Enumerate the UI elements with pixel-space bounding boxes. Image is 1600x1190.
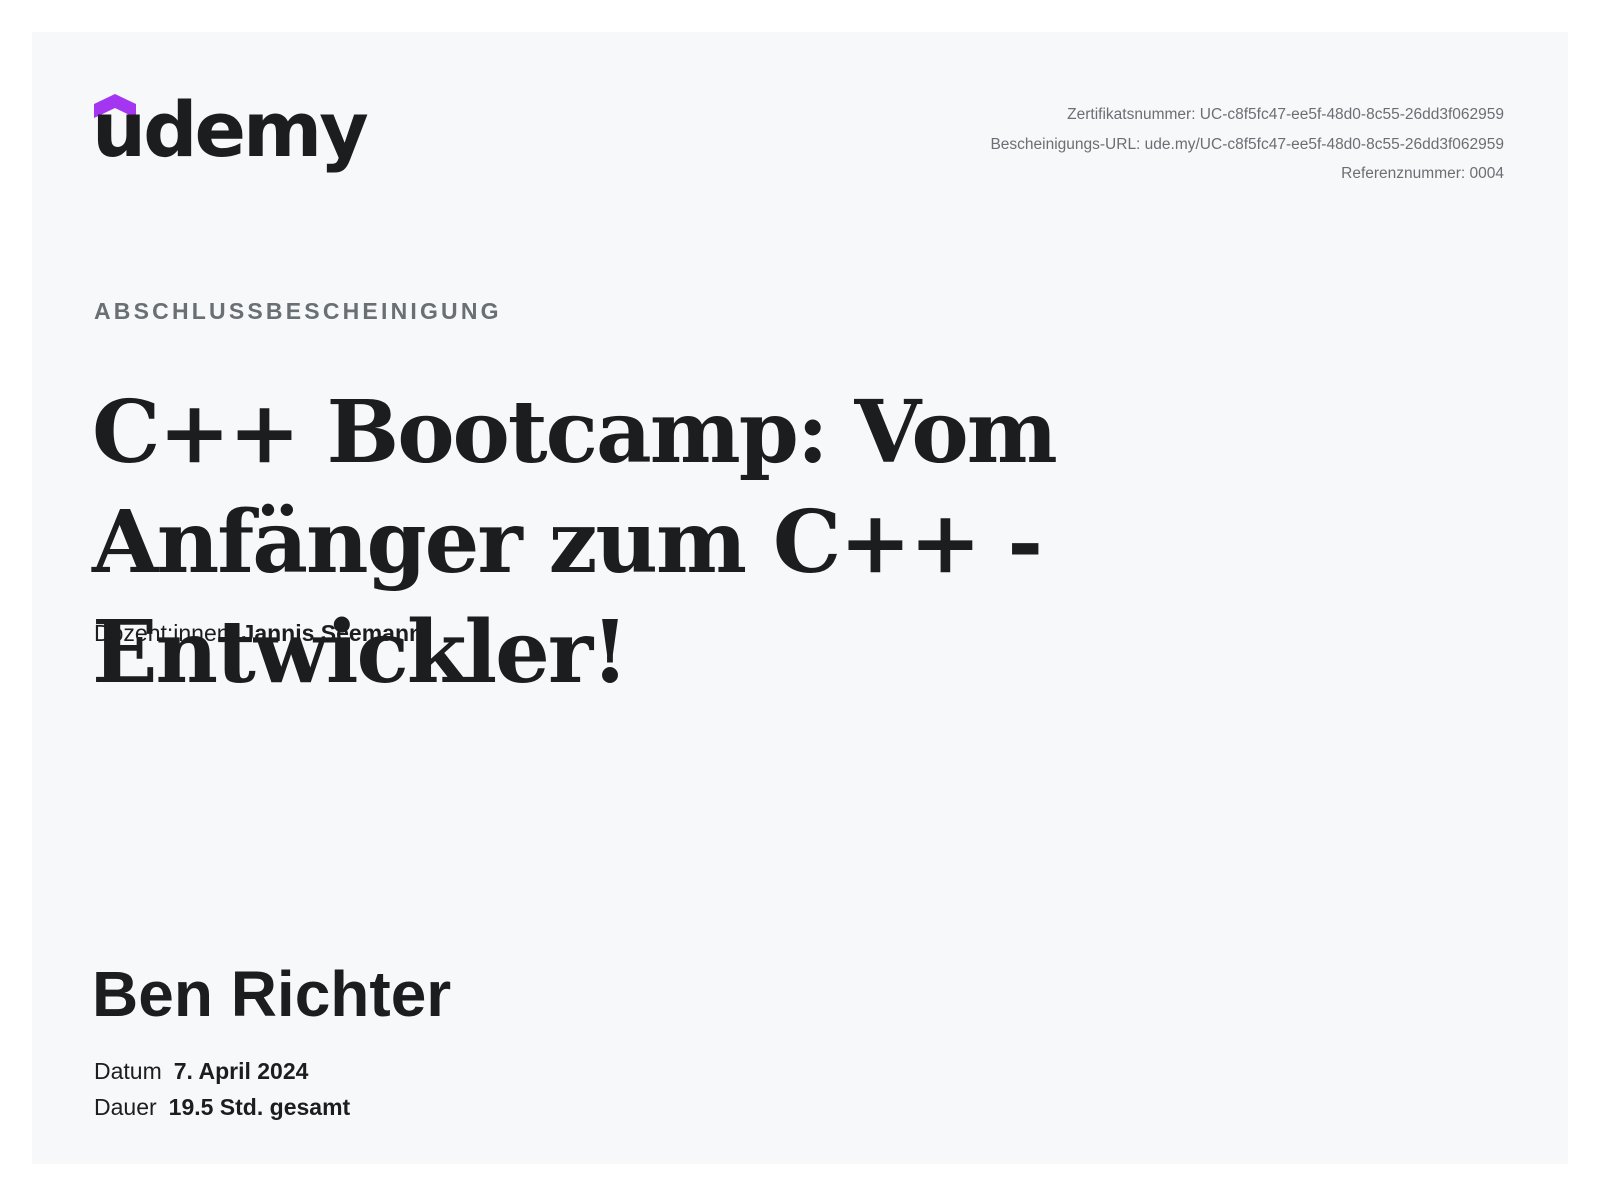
- course-title: C++ Bootcamp: Vom Anfänger zum C++ - Ent…: [92, 382, 1058, 703]
- reference-number: Referenznummer: 0004: [1341, 165, 1504, 182]
- student-name: Ben Richter: [92, 958, 452, 1030]
- certificate-card: udemy Zertifikatsnummer: UC-c8f5fc47-ee5…: [32, 32, 1568, 1164]
- date-label: Datum: [94, 1058, 162, 1084]
- duration-label: Dauer: [94, 1094, 157, 1120]
- instructors-line: Dozent:innen Jannis Seemann: [94, 620, 423, 647]
- logo-wordmark: udemy: [92, 85, 369, 174]
- instructors-label: Dozent:innen: [94, 620, 230, 646]
- instructor-name: Jannis Seemann: [241, 620, 424, 646]
- duration-line: Dauer 19.5 Std. gesamt: [94, 1094, 350, 1121]
- date-line: Datum 7. April 2024: [94, 1058, 308, 1085]
- certificate-meta: Zertifikatsnummer: UC-c8f5fc47-ee5f-48d0…: [990, 100, 1504, 189]
- certificate-number: Zertifikatsnummer: UC-c8f5fc47-ee5f-48d0…: [1067, 106, 1504, 123]
- certificate-url: Bescheinigungs-URL: ude.my/UC-c8f5fc47-e…: [990, 135, 1504, 153]
- certificate-label: ABSCHLUSSBESCHEINIGUNG: [94, 298, 502, 324]
- duration-value: 19.5 Std. gesamt: [168, 1094, 351, 1120]
- udemy-logo: udemy: [92, 85, 369, 202]
- date-value: 7. April 2024: [173, 1058, 309, 1084]
